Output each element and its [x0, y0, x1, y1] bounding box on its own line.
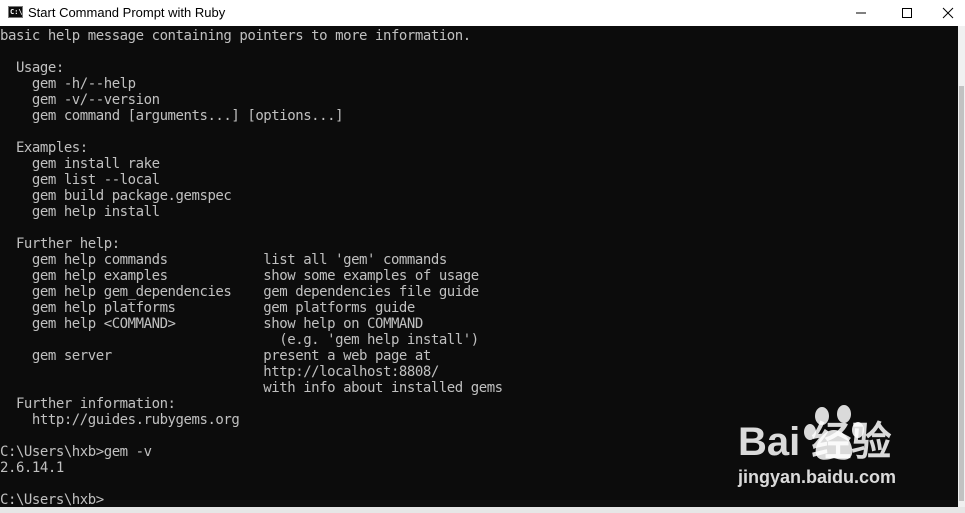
console-line: http://localhost:8808/: [0, 364, 439, 380]
console-line: gem help install: [0, 204, 160, 220]
maximize-icon: [902, 8, 912, 18]
close-button[interactable]: [930, 0, 965, 26]
console-line: gem build package.gemspec: [0, 188, 232, 204]
console-line: Further help:: [0, 236, 120, 252]
console-window: C:\ Start Command Prompt with Ruby basic…: [0, 0, 965, 513]
console-line: 2.6.14.1: [0, 460, 64, 476]
console-line: C:\Users\hxb>: [0, 492, 104, 507]
console-line: gem help <COMMAND> show help on COMMAND: [0, 316, 423, 332]
minimize-icon: [856, 12, 866, 14]
console-line: gem command [arguments...] [options...]: [0, 108, 344, 124]
console-line: C:\Users\hxb>gem -v: [0, 444, 152, 460]
console-line: gem help commands list all 'gem' command…: [0, 252, 447, 268]
window-title: Start Command Prompt with Ruby: [28, 5, 226, 20]
close-icon: [942, 7, 954, 19]
maximize-button[interactable]: [884, 0, 930, 26]
console-line: gem -h/--help: [0, 76, 136, 92]
console-line: gem help examples show some examples of …: [0, 268, 479, 284]
console-line: Examples:: [0, 140, 88, 156]
console-line: Further information:: [0, 396, 176, 412]
watermark-logo-text: Bai 经验: [738, 420, 892, 464]
window-bottom-edge: [0, 507, 965, 513]
command-prompt-icon[interactable]: C:\: [8, 6, 23, 18]
vertical-scrollbar[interactable]: [958, 26, 965, 507]
console-line: gem install rake: [0, 156, 160, 172]
console-line: gem server present a web page at: [0, 348, 431, 364]
baidu-jingyan-watermark: Bai 经验 jingyan.baidu.com: [738, 404, 953, 494]
console-line: Usage:: [0, 60, 64, 76]
console-line: gem -v/--version: [0, 92, 160, 108]
console-line: http://guides.rubygems.org: [0, 412, 240, 428]
minimize-button[interactable]: [838, 0, 884, 26]
console-line: with info about installed gems: [0, 380, 503, 396]
console-line: gem help platforms gem platforms guide: [0, 300, 415, 316]
watermark-url: jingyan.baidu.com: [738, 467, 897, 487]
console-line: gem help gem_dependencies gem dependenci…: [0, 284, 479, 300]
console-line: gem list --local: [0, 172, 160, 188]
console-text: basic help message containing pointers t…: [0, 28, 503, 507]
console-line: (e.g. 'gem help install'): [0, 332, 479, 348]
scrollbar-thumb[interactable]: [959, 86, 964, 501]
title-bar[interactable]: C:\ Start Command Prompt with Ruby: [0, 0, 965, 26]
console-line: basic help message containing pointers t…: [0, 28, 471, 44]
